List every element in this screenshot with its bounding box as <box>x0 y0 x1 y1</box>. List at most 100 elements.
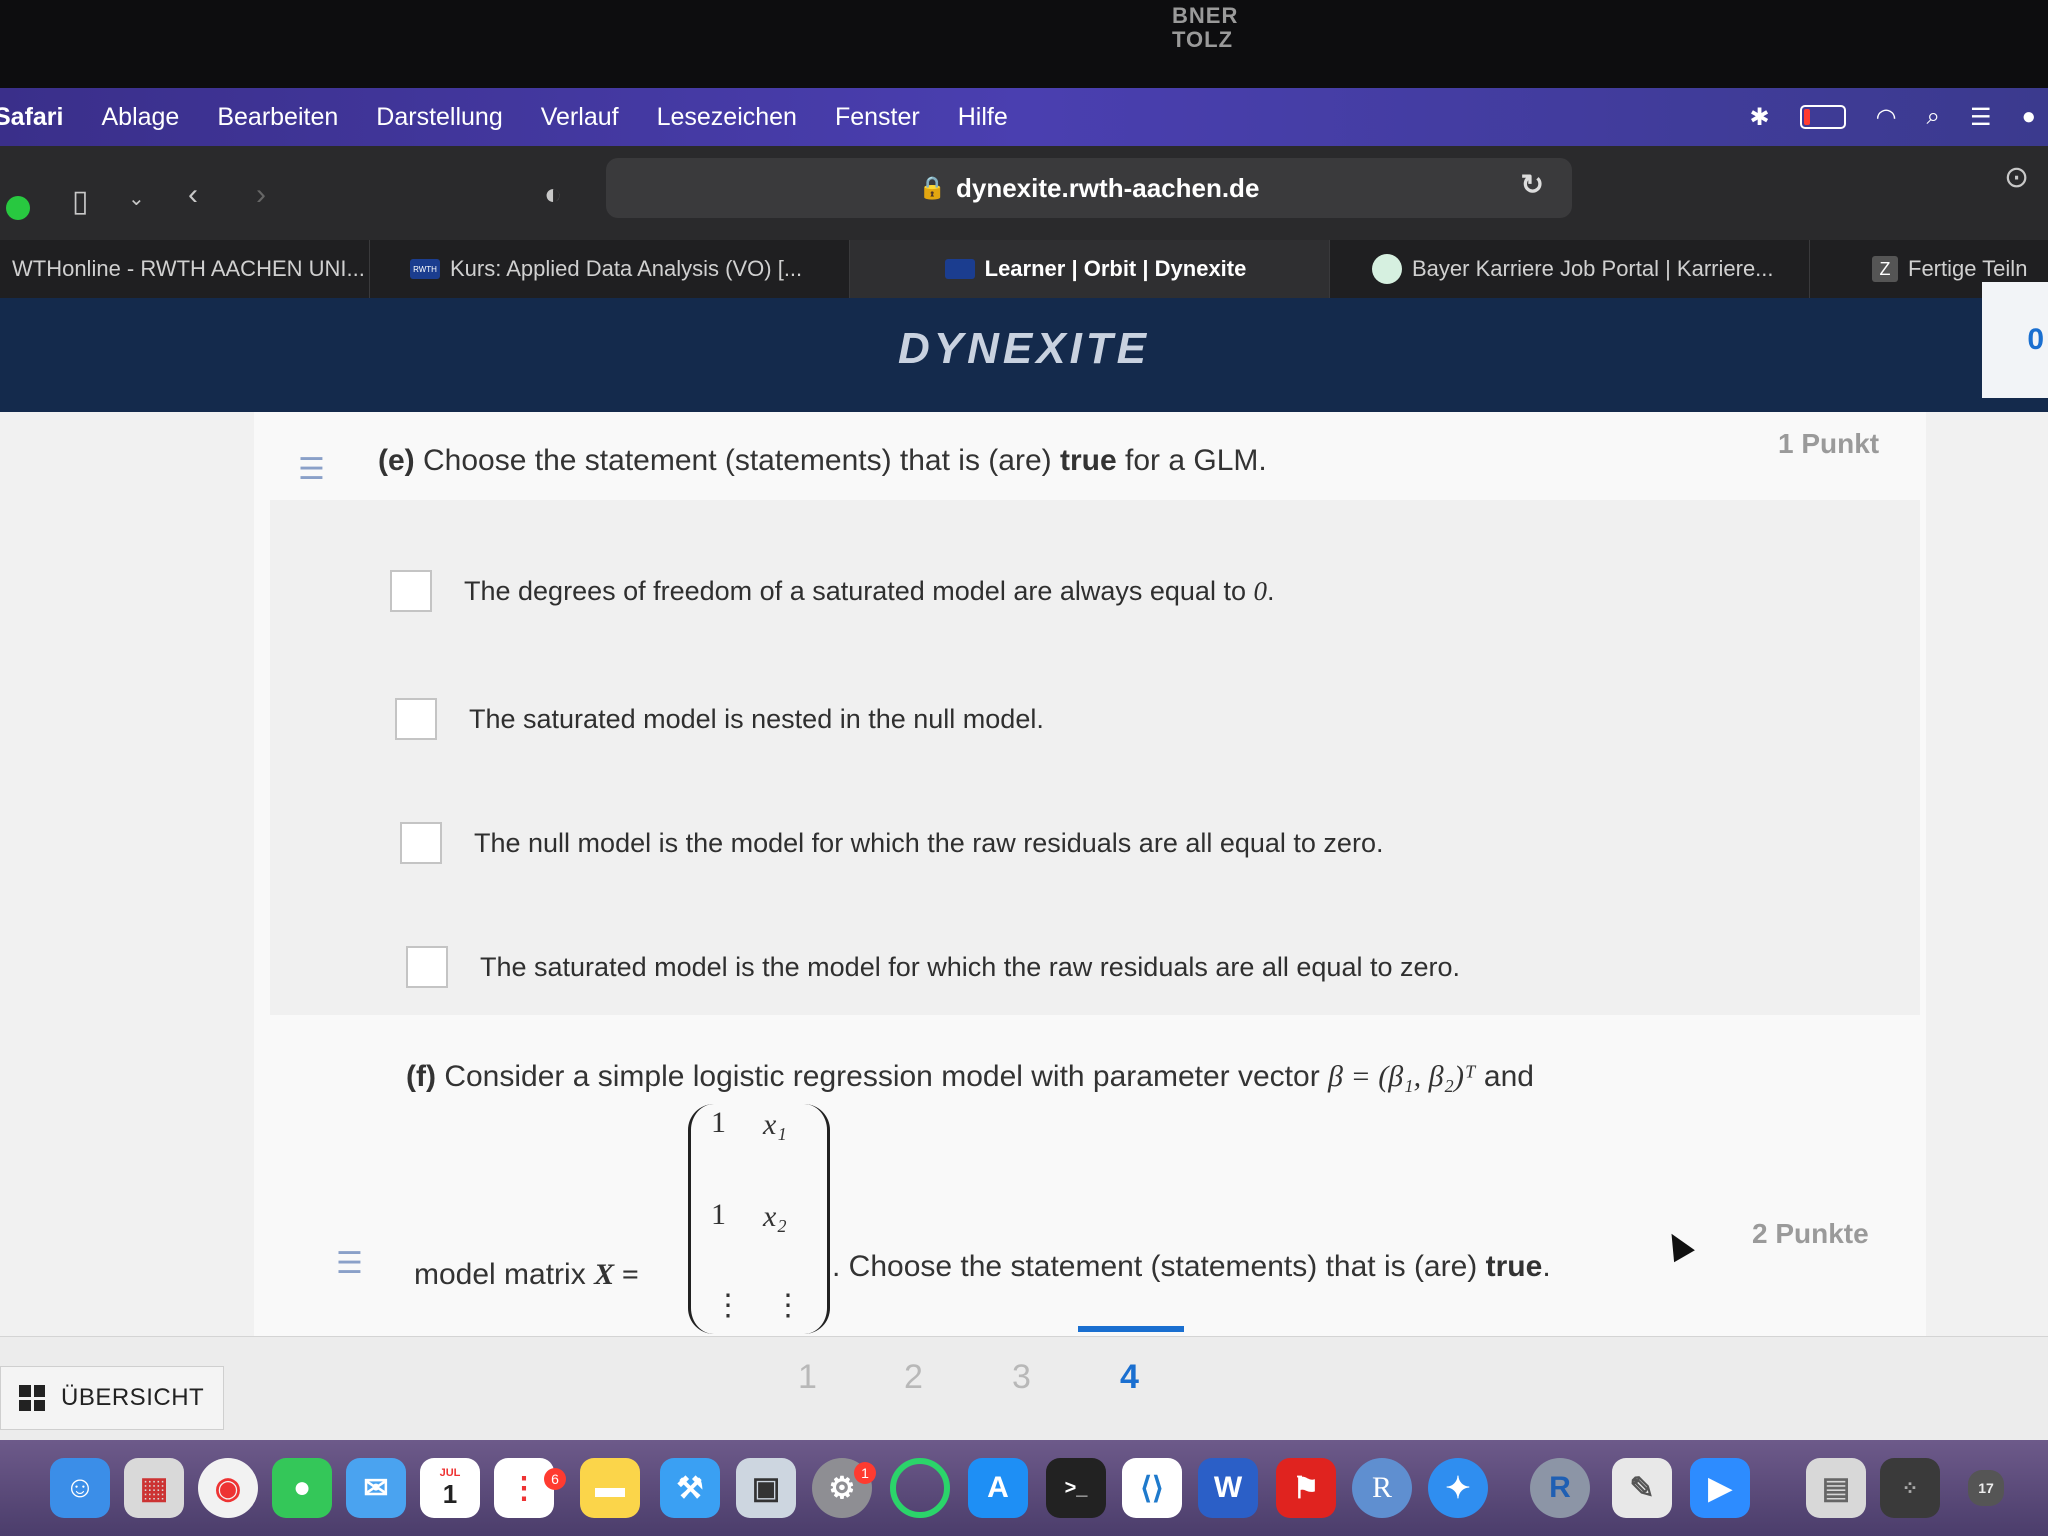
chrome-icon[interactable]: ◉ <box>198 1458 258 1518</box>
page-4-button[interactable]: 4 <box>1120 1358 1139 1397</box>
question-f-points: 2 Punkte <box>1752 1218 1869 1249</box>
task-list-icon[interactable]: ☰ <box>298 452 325 487</box>
checkbox[interactable] <box>395 698 437 740</box>
question-e-title: (e) Choose the statement (statements) th… <box>378 444 1267 478</box>
matrix-x-math: X = <box>594 1258 639 1291</box>
xcode-icon[interactable]: ⚒ <box>660 1458 720 1518</box>
bayer-favicon-icon <box>1372 254 1402 284</box>
vscode-icon[interactable]: ⟨⟩ <box>1122 1458 1182 1518</box>
option-text: The saturated model is nested in the nul… <box>469 703 1044 734</box>
tab-label: Kurs: Applied Data Analysis (VO) [... <box>450 256 803 281</box>
document-icon[interactable]: ▤ <box>1806 1458 1866 1518</box>
activity-ring-icon[interactable] <box>890 1458 950 1518</box>
bluetooth-icon[interactable]: ✱ <box>1749 103 1769 132</box>
notes-icon[interactable]: ▬ <box>580 1458 640 1518</box>
messages-icon[interactable]: ● <box>272 1458 332 1518</box>
option-e-1[interactable]: The degrees of freedom of a saturated mo… <box>390 570 1275 612</box>
sidebar-toggle-icon[interactable]: ▯ <box>72 184 89 219</box>
grid-icon <box>19 1385 45 1411</box>
reload-icon[interactable]: ↻ <box>1521 168 1544 201</box>
option-e-2[interactable]: The saturated model is nested in the nul… <box>395 698 1044 740</box>
question-f-instruction: . Choose the statement (statements) that… <box>832 1250 1551 1283</box>
overview-button[interactable]: ÜBERSICHT <box>0 1366 224 1430</box>
menu-ablage[interactable]: Ablage <box>101 103 179 132</box>
reminders-icon[interactable]: ⋮ <box>494 1458 554 1518</box>
menu-safari[interactable]: Safari <box>0 103 63 132</box>
question-e-text-end: for a GLM. <box>1125 444 1267 477</box>
address-bar[interactable]: 🔒 dynexite.rwth-aachen.de ↻ <box>606 158 1572 218</box>
checkbox[interactable] <box>406 946 448 988</box>
tab-dynexite[interactable]: Learner | Orbit | Dynexite <box>850 240 1330 298</box>
task-list-icon[interactable]: ☰ <box>336 1246 363 1281</box>
spotlight-search-icon[interactable]: ⌕ <box>1927 103 1940 131</box>
tab-bayer-karriere[interactable]: Bayer Karriere Job Portal | Karriere... <box>1330 240 1810 298</box>
menu-darstellung[interactable]: Darstellung <box>376 103 502 132</box>
lock-icon: 🔒 <box>918 175 946 200</box>
calendar-icon[interactable]: JUL 1 <box>420 1458 480 1518</box>
rstudio-icon[interactable]: R <box>1530 1458 1590 1518</box>
word-icon[interactable]: W <box>1198 1458 1258 1518</box>
finder-icon[interactable]: ☺ <box>50 1458 110 1518</box>
rwth-favicon-icon: RWTH <box>410 259 440 279</box>
matrix-label: model matrix X = <box>414 1258 639 1291</box>
terminal-icon[interactable]: >_ <box>1046 1458 1106 1518</box>
page-1-button[interactable]: 1 <box>798 1358 817 1397</box>
question-f-and: and <box>1483 1060 1534 1093</box>
downloads-stack-icon[interactable]: ⁘ <box>1880 1458 1940 1518</box>
param-vector-math: β = (β₁, β₂)ᵀ <box>1328 1060 1476 1093</box>
acrobat-icon[interactable]: ⚑ <box>1276 1458 1336 1518</box>
option-e-4[interactable]: The saturated model is the model for whi… <box>406 946 1460 988</box>
overview-label: ÜBERSICHT <box>61 1384 205 1411</box>
mail-icon[interactable]: ✉ <box>346 1458 406 1518</box>
wifi-icon[interactable]: ◠ <box>1876 103 1897 132</box>
chevron-down-icon[interactable]: ⌄ <box>128 186 145 211</box>
question-e-text: Choose the statement (statements) that i… <box>423 444 1052 477</box>
preview-icon[interactable]: ▣ <box>736 1458 796 1518</box>
app-store-icon[interactable]: A <box>968 1458 1028 1518</box>
checkbox[interactable] <box>390 570 432 612</box>
option-e-3[interactable]: The null model is the model for which th… <box>400 822 1383 864</box>
privacy-shield-icon[interactable]: ◐ <box>544 178 562 212</box>
option-text: The null model is the model for which th… <box>474 827 1384 858</box>
downloads-icon[interactable]: ⊙ <box>2004 160 2029 195</box>
control-center-icon[interactable]: ☰ <box>1970 103 1992 132</box>
question-f-title: (f) Consider a simple logistic regressio… <box>406 1060 1534 1094</box>
active-page-indicator <box>1078 1326 1184 1332</box>
model-matrix: 1 x₁ 1 x₂ ⋮ ⋮ <box>688 1104 830 1334</box>
dynexite-logo: DYNEXITE <box>897 324 1151 373</box>
menu-bearbeiten[interactable]: Bearbeiten <box>217 103 338 132</box>
menu-verlauf[interactable]: Verlauf <box>541 103 619 132</box>
dynexite-favicon-icon <box>944 259 975 279</box>
siri-icon[interactable]: ● <box>2022 103 2037 131</box>
window-zoom-button[interactable] <box>6 196 30 220</box>
r-app-icon[interactable]: R <box>1352 1458 1412 1518</box>
menu-fenster[interactable]: Fenster <box>835 103 920 132</box>
zoom-icon[interactable]: ▶ <box>1690 1458 1750 1518</box>
launchpad-icon[interactable]: ▦ <box>124 1458 184 1518</box>
menu-status-area: ✱ ◠ ⌕ ☰ ● <box>1749 88 2036 146</box>
option-text: The degrees of freedom of a saturated mo… <box>464 575 1275 606</box>
url-text: dynexite.rwth-aachen.de <box>955 172 1260 203</box>
menu-bar: Safari Ablage Bearbeiten Darstellung Ver… <box>0 88 2048 146</box>
header-counter-badge[interactable]: 0 <box>1982 282 2048 398</box>
camera-bezel <box>0 0 2048 88</box>
checkbox[interactable] <box>400 822 442 864</box>
tab-applied-data-analysis[interactable]: RWTH Kurs: Applied Data Analysis (VO) [.… <box>370 240 850 298</box>
page-2-button[interactable]: 2 <box>904 1358 923 1397</box>
safari-icon[interactable]: ✦ <box>1428 1458 1488 1518</box>
question-e-points: 1 Punkt <box>1778 428 1880 459</box>
back-arrow-icon[interactable]: ‹ <box>188 178 198 212</box>
menu-hilfe[interactable]: Hilfe <box>958 103 1008 132</box>
battery-icon[interactable] <box>1799 105 1846 129</box>
tab-label: WTHonline - RWTH AACHEN UNI... <box>12 256 365 281</box>
forward-arrow-icon[interactable]: › <box>256 178 266 212</box>
z-favicon-icon: Z <box>1872 256 1898 282</box>
menu-lesezeichen[interactable]: Lesezeichen <box>657 103 797 132</box>
settings-badge: 1 <box>854 1462 876 1484</box>
calendar-small-icon[interactable]: 17 <box>1968 1470 2004 1506</box>
page-3-button[interactable]: 3 <box>1012 1358 1031 1397</box>
tab-rwthonline[interactable]: WTHonline - RWTH AACHEN UNI... <box>0 240 370 298</box>
textedit-icon[interactable]: ✎ <box>1612 1458 1672 1518</box>
question-e-bold: true <box>1059 444 1117 477</box>
question-f-label: (f) <box>406 1060 436 1093</box>
